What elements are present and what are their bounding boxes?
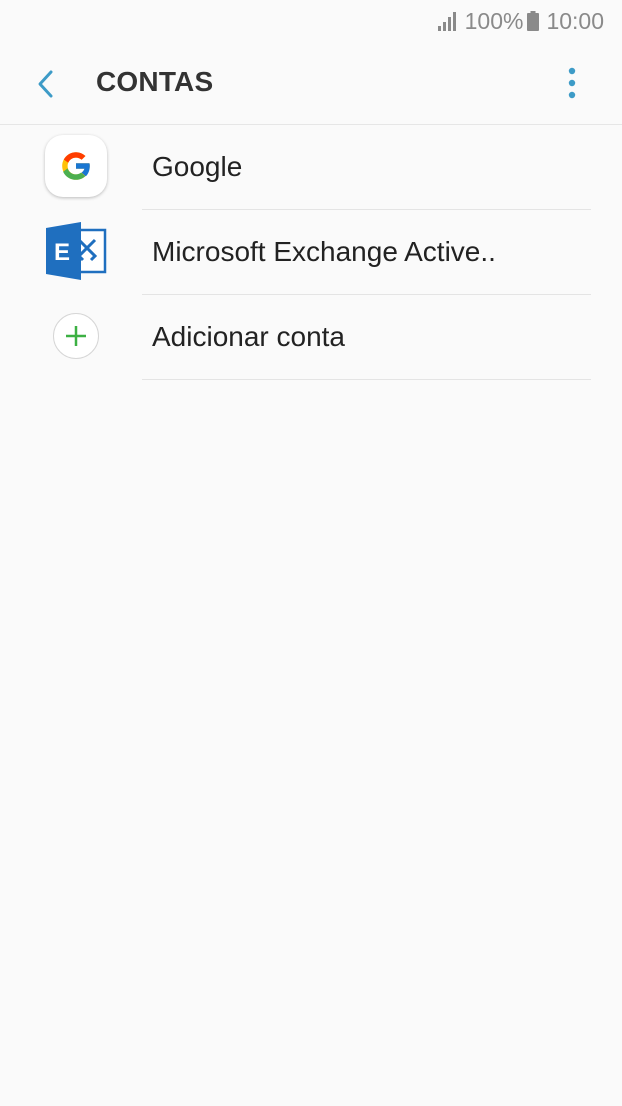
google-icon	[62, 152, 91, 180]
account-item-exchange[interactable]: E Microsoft Exchange Active..	[0, 210, 622, 295]
page-title: CONTAS	[96, 66, 214, 97]
add-account-item[interactable]: Adicionar conta	[0, 295, 622, 380]
account-label: Microsoft Exchange Active..	[152, 236, 496, 267]
signal-icon	[437, 12, 456, 31]
battery-icon	[527, 11, 540, 31]
account-label: Google	[152, 151, 243, 182]
account-icon-container	[44, 304, 108, 368]
battery-percentage: 100%	[464, 7, 524, 34]
svg-text:E: E	[54, 239, 70, 266]
add-icon-badge	[53, 313, 99, 359]
clock: 10:00	[546, 7, 604, 34]
divider	[142, 379, 591, 380]
account-item-google[interactable]: Google	[0, 125, 622, 210]
exchange-icon: E	[46, 222, 107, 280]
account-list: Google E Microsoft Exchange Active.. Adi…	[0, 125, 622, 380]
account-icon-container: E	[44, 219, 108, 283]
status-bar: 100% 10:00	[0, 0, 622, 42]
back-button[interactable]	[28, 66, 64, 102]
more-options-button[interactable]	[560, 64, 584, 102]
status-indicators: 100% 10:00	[437, 7, 604, 35]
google-icon-badge	[45, 135, 107, 197]
app-bar: CONTAS	[0, 42, 622, 125]
account-icon-container	[44, 134, 108, 198]
back-arrow-icon	[38, 70, 53, 98]
add-icon	[66, 326, 86, 346]
account-label: Adicionar conta	[152, 321, 346, 352]
more-options-icon	[568, 67, 576, 99]
